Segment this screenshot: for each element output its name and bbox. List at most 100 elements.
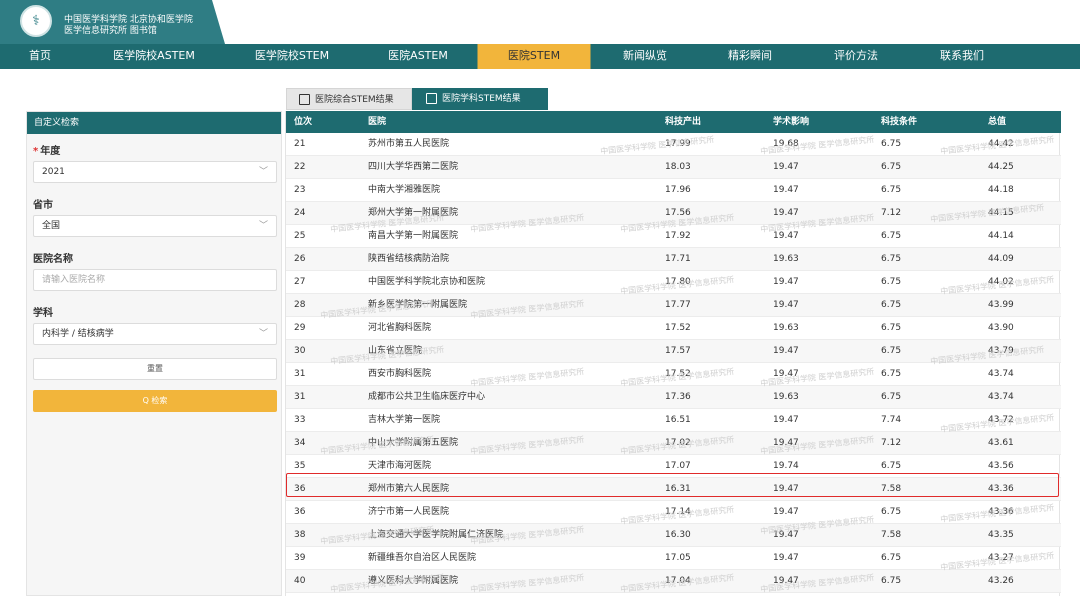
cell-hospital-name: 遵义医科大学附属医院 xyxy=(368,576,459,586)
cell-total: 44.14 xyxy=(988,231,1014,241)
table-row[interactable]: 31 成都市公共卫生临床医疗中心 17.36 19.63 6.75 43.74 xyxy=(286,386,1061,409)
nav-item-highlights[interactable]: 精彩瞬间 xyxy=(724,44,776,69)
institute-logo: ⚕ xyxy=(20,5,52,37)
cell-impact: 19.47 xyxy=(773,346,799,356)
table-row[interactable]: 35 天津市海河医院 17.07 19.74 6.75 43.56 xyxy=(286,455,1061,478)
subject-select[interactable]: 内科学 / 结核病学 ﹀ xyxy=(33,323,277,345)
table-row[interactable]: 40 遵义医科大学附属医院 17.04 19.47 6.75 43.26 xyxy=(286,570,1061,593)
cell-output: 18.03 xyxy=(665,162,691,172)
hospital-name-label: 医院名称 xyxy=(33,254,73,265)
table-row[interactable]: 31 西安市胸科医院 17.52 19.47 6.75 43.74 xyxy=(286,363,1061,386)
nav-item-hospital-astem[interactable]: 医院ASTEM xyxy=(384,44,452,69)
search-panel-title: 自定义检索 xyxy=(27,112,281,134)
cell-output: 17.14 xyxy=(665,507,691,517)
table-row[interactable]: 26 陕西省结核病防治院 17.71 19.63 6.75 44.09 xyxy=(286,248,1061,271)
table-row[interactable]: 34 中山大学附属第五医院 17.02 19.47 7.12 43.61 xyxy=(286,432,1061,455)
cell-hospital-name: 河北省胸科医院 xyxy=(368,323,432,333)
cell-hospital-name: 中山大学附属第五医院 xyxy=(368,438,459,448)
cell-total: 44.42 xyxy=(988,139,1014,149)
row-divider xyxy=(286,592,1061,593)
nav-item-hospital-stem[interactable]: 医院STEM xyxy=(477,44,591,69)
cell-conditions: 6.75 xyxy=(881,254,902,264)
cell-rank: 31 xyxy=(294,392,306,402)
chevron-down-icon: ﹀ xyxy=(258,167,268,177)
table-row[interactable]: 33 吉林大学第一医院 16.51 19.47 7.74 43.72 xyxy=(286,409,1061,432)
cell-impact: 19.47 xyxy=(773,530,799,540)
cell-conditions: 6.75 xyxy=(881,231,902,241)
nav-item-news[interactable]: 新闻纵览 xyxy=(619,44,671,69)
column-header-conditions: 科技条件 xyxy=(881,117,918,127)
cell-hospital-name: 中南大学湘雅医院 xyxy=(368,185,441,195)
cell-conditions: 6.75 xyxy=(881,461,902,471)
cell-output: 17.07 xyxy=(665,461,691,471)
table-row[interactable]: 29 河北省胸科医院 17.52 19.63 6.75 43.90 xyxy=(286,317,1061,340)
cell-hospital-name: 成都市公共卫生临床医疗中心 xyxy=(368,392,486,402)
cell-conditions: 6.75 xyxy=(881,277,902,287)
year-select[interactable]: 2021 ﹀ xyxy=(33,161,277,183)
cell-impact: 19.63 xyxy=(773,323,799,333)
table-row[interactable]: 25 南昌大学第一附属医院 17.92 19.47 6.75 44.14 xyxy=(286,225,1061,248)
cell-conditions: 7.58 xyxy=(881,484,902,494)
cell-hospital-name: 天津市海河医院 xyxy=(368,461,432,471)
cell-hospital-name: 吉林大学第一医院 xyxy=(368,415,441,425)
table-row[interactable]: 28 新乡医学院第一附属医院 17.77 19.47 6.75 43.99 xyxy=(286,294,1061,317)
table-row[interactable]: 36 济宁市第一人民医院 17.14 19.47 6.75 43.36 xyxy=(286,501,1061,524)
nav-item-methods[interactable]: 评价方法 xyxy=(830,44,882,69)
cell-rank: 34 xyxy=(294,438,306,448)
cell-impact: 19.47 xyxy=(773,369,799,379)
cell-impact: 19.47 xyxy=(773,162,799,172)
tab-discipline-stem[interactable]: 医院学科STEM结果 xyxy=(412,88,548,110)
hospital-name-input[interactable] xyxy=(33,269,277,291)
table-row[interactable]: 22 四川大学华西第二医院 18.03 19.47 6.75 44.25 xyxy=(286,156,1061,179)
cell-hospital-name: 郑州市第六人民医院 xyxy=(368,484,450,494)
reset-button[interactable]: 重置 xyxy=(33,358,277,380)
logo-block[interactable]: ⚕ 中国医学科学院 北京协和医学院 医学信息研究所 图书馆 xyxy=(0,0,225,44)
table-row[interactable]: 38 上海交通大学医学院附属仁济医院 16.30 19.47 7.58 43.35 xyxy=(286,524,1061,547)
cell-output: 17.99 xyxy=(665,139,691,149)
table-row[interactable]: 24 郑州大学第一附属医院 17.56 19.47 7.12 44.15 xyxy=(286,202,1061,225)
nav-item-contact[interactable]: 联系我们 xyxy=(936,44,988,69)
nav-item-school-stem[interactable]: 医学院校STEM xyxy=(251,44,333,69)
tab-comprehensive-stem[interactable]: 医院综合STEM结果 xyxy=(286,88,412,110)
table-row[interactable]: 27 中国医学科学院北京协和医院 17.80 19.47 6.75 44.02 xyxy=(286,271,1061,294)
province-select[interactable]: 全国 ﹀ xyxy=(33,215,277,237)
search-button[interactable]: Q 检索 xyxy=(33,390,277,412)
cell-rank: 33 xyxy=(294,415,306,425)
nav-item-school-astem[interactable]: 医学院校ASTEM xyxy=(109,44,199,69)
cell-conditions: 6.75 xyxy=(881,323,902,333)
caduceus-icon: ⚕ xyxy=(32,13,40,29)
table-row[interactable]: 30 山东省立医院 17.57 19.47 6.75 43.79 xyxy=(286,340,1061,363)
cell-output: 17.04 xyxy=(665,576,691,586)
table-row[interactable]: 39 新疆维吾尔自治区人民医院 17.05 19.47 6.75 43.27 xyxy=(286,547,1061,570)
cell-total: 43.79 xyxy=(988,346,1014,356)
cell-impact: 19.47 xyxy=(773,415,799,425)
province-label: 省市 xyxy=(33,200,53,211)
cell-total: 43.99 xyxy=(988,300,1014,310)
column-header-output: 科技产出 xyxy=(665,117,702,127)
cell-total: 43.72 xyxy=(988,415,1014,425)
cell-impact: 19.47 xyxy=(773,553,799,563)
cell-rank: 40 xyxy=(294,576,306,586)
tab-comprehensive-label: 医院综合STEM结果 xyxy=(315,95,394,105)
cell-hospital-name: 山东省立医院 xyxy=(368,346,423,356)
cell-output: 17.52 xyxy=(665,323,691,333)
cell-hospital-name: 济宁市第一人民医院 xyxy=(368,507,450,517)
column-header-rank: 位次 xyxy=(294,117,313,127)
cell-impact: 19.68 xyxy=(773,139,799,149)
table-row[interactable]: 21 苏州市第五人民医院 17.99 19.68 6.75 44.42 xyxy=(286,133,1061,156)
cell-conditions: 6.75 xyxy=(881,369,902,379)
ranking-table: 位次 医院 科技产出 学术影响 科技条件 总值 21 苏州市第五人民医院 17.99… xyxy=(285,111,1061,596)
table-row[interactable]: 36 郑州市第六人民医院 16.31 19.47 7.58 43.36 xyxy=(286,478,1061,501)
cell-total: 43.90 xyxy=(988,323,1014,333)
main-nav: 首页 医学院校ASTEM 医学院校STEM 医院ASTEM 医院STEM 新闻纵… xyxy=(0,44,1080,69)
year-label: * 年度 xyxy=(33,142,60,157)
column-header-impact: 学术影响 xyxy=(773,117,810,127)
cell-rank: 30 xyxy=(294,346,306,356)
cell-total: 43.61 xyxy=(988,438,1014,448)
cell-output: 16.31 xyxy=(665,484,691,494)
cell-rank: 25 xyxy=(294,231,306,241)
building-icon xyxy=(299,94,310,105)
nav-item-home[interactable]: 首页 xyxy=(25,44,55,69)
table-row[interactable]: 23 中南大学湘雅医院 17.96 19.47 6.75 44.18 xyxy=(286,179,1061,202)
cell-total: 43.36 xyxy=(988,484,1014,494)
